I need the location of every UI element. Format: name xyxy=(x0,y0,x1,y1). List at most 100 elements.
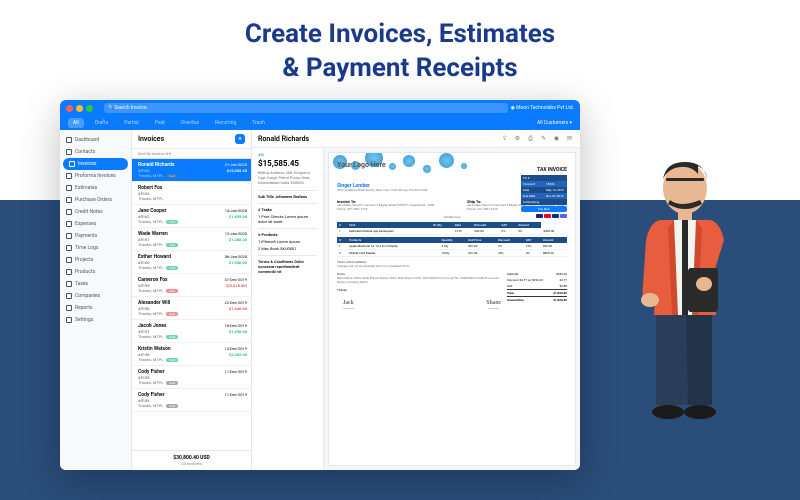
invoice-list-item[interactable]: Alexander Will#5158Thanks, MTPL Due22-De… xyxy=(132,297,251,320)
nav-projects[interactable]: Projects xyxy=(60,254,131,266)
dashboard-icon xyxy=(66,137,72,143)
tab-drafts[interactable]: Drafts xyxy=(90,118,114,128)
edit-icon[interactable]: ✎ xyxy=(539,134,548,143)
nav-companies[interactable]: Companies xyxy=(60,290,131,302)
contacts-icon xyxy=(66,149,72,155)
tab-partial[interactable]: Partial xyxy=(119,118,143,128)
sort-dropdown[interactable]: Sort By Invoice # ▾ xyxy=(132,149,251,159)
nav-dashboard[interactable]: Dashboard xyxy=(60,134,131,146)
detail-terms: Terms & Conditions Dolor occaecat repreh… xyxy=(258,255,317,274)
detail-id: #ID xyxy=(258,152,317,157)
tab-all[interactable]: All xyxy=(68,118,84,128)
credit-icon xyxy=(66,209,72,215)
estimates-icon xyxy=(66,185,72,191)
tab-paid[interactable]: Paid xyxy=(150,118,170,128)
nav-po[interactable]: Purchase Orders xyxy=(60,194,131,206)
invoices-icon xyxy=(69,161,75,167)
stripe-icon xyxy=(560,214,567,218)
sidebar: Dashboard Contacts Invoices Proforma Inv… xyxy=(60,130,132,470)
detail-products-header: # Products xyxy=(258,228,317,237)
billto-address: Jack Mark Harold IT services 3 Bagley St… xyxy=(337,204,437,212)
search-input[interactable]: 🔍 Search Invoice xyxy=(104,103,508,113)
proforma-icon xyxy=(66,173,72,179)
app-window: 🔍 Search Invoice ◉ Moon Technolabs Pvt L… xyxy=(60,100,580,470)
gear-icon[interactable]: ⚙ xyxy=(513,134,522,143)
minimize-icon[interactable] xyxy=(76,105,83,112)
company-label[interactable]: ◉ Moon Technolabs Pvt Ltd. xyxy=(511,105,574,111)
tab-recurring[interactable]: Recurring xyxy=(210,118,241,128)
invoice-list-item[interactable]: Ronald Richards#5164Thanks, MTPL Sent21-… xyxy=(132,159,251,182)
task-table: #TaskHr-QtyRateDiscountGSTAmount1Dedicat… xyxy=(337,222,567,235)
invoice-meta: PO # Invoice #18436 DateMay 10, 2019 Due… xyxy=(521,175,567,218)
maximize-icon[interactable] xyxy=(86,105,93,112)
add-invoice-button[interactable]: + xyxy=(235,134,245,144)
invoice-list-item[interactable]: Esther Howard#5160Thanks, MTPL Paid06-Ja… xyxy=(132,251,251,274)
print-icon[interactable]: ⎙ xyxy=(526,134,535,143)
nav-payments[interactable]: Payments xyxy=(60,230,131,242)
nav-taxes[interactable]: Taxes xyxy=(60,278,131,290)
nav-products[interactable]: Products xyxy=(60,266,131,278)
nav-estimates[interactable]: Estimates xyxy=(60,182,131,194)
payments-icon xyxy=(66,233,72,239)
list-title: Invoices xyxy=(138,135,164,143)
signature-1: Jack xyxy=(343,300,354,306)
settings-icon xyxy=(66,317,72,323)
tab-trash[interactable]: Trash xyxy=(247,118,269,128)
products-icon xyxy=(66,269,72,275)
nav-contacts[interactable]: Contacts xyxy=(60,146,131,158)
mastercard-icon xyxy=(544,214,551,218)
invoice-list-pane: Invoices + Sort By Invoice # ▾ Ronald Ri… xyxy=(132,130,252,470)
nav-expenses[interactable]: Expenses xyxy=(60,218,131,230)
projects-icon xyxy=(66,257,72,263)
totals-block: Subtotal$954.20 Discount $4.77 on $954.2… xyxy=(507,271,567,303)
logo-placeholder: Your Logo Here xyxy=(337,161,567,169)
titlebar: 🔍 Search Invoice ◉ Moon Technolabs Pvt L… xyxy=(60,100,580,116)
share-icon[interactable]: ⇪ xyxy=(500,134,509,143)
nav-credit[interactable]: Credit Notes xyxy=(60,206,131,218)
detail-amount: $15,585.45 xyxy=(258,159,317,168)
invoice-type: TAX INVOICE xyxy=(537,167,567,173)
mail-icon[interactable]: ✉ xyxy=(565,134,574,143)
detail-pane: Ronald Richards ⇪ ⚙ ⎙ ✎ ◉ ✉ #ID $15,585.… xyxy=(252,130,580,470)
invoice-list-item[interactable]: Jacob Jones#5157Thanks, MTPL Paid18-Dec-… xyxy=(132,320,251,343)
invoice-list-item[interactable]: Cody Fisher#5154Thanks, MTPL Sent11-Dec-… xyxy=(132,389,251,412)
detail-billing-addr: Billing Address 406, Kingston Opp. Kargi… xyxy=(258,170,317,186)
list-count: 23 Invoices xyxy=(138,461,245,466)
nav-timelogs[interactable]: Time Logs xyxy=(60,242,131,254)
nav-reports[interactable]: Reports xyxy=(60,302,131,314)
notes-text: Bank Name: HDFC Bank Branch Name: HDFC M… xyxy=(337,276,499,284)
invoice-list-item[interactable]: Kristin Watson#5156Thanks, MTPL Paid13-D… xyxy=(132,343,251,366)
reports-icon xyxy=(66,305,72,311)
view-icon[interactable]: ◉ xyxy=(552,134,561,143)
customer-filter[interactable]: All Customers ▾ xyxy=(537,120,572,126)
terms-text: Charges will not be refunded and not con… xyxy=(337,264,409,268)
detail-product: 1 iPhone8 Lorem ipsum xyxy=(258,239,317,244)
taxes-icon xyxy=(66,281,72,287)
po-icon xyxy=(66,197,72,203)
paypal-icon xyxy=(552,214,559,218)
detail-task: 1 Print Checks Lorem ipsum dolor sit ame… xyxy=(258,214,317,224)
expenses-icon xyxy=(66,221,72,227)
filter-tabs: All Drafts Partial Paid Overdue Recurrin… xyxy=(60,116,580,130)
invoice-list-item[interactable]: Cameron Fox#5159Thanks, MTPL Due31-Dec-2… xyxy=(132,274,251,297)
nav-proforma[interactable]: Proforma Invoices xyxy=(60,170,131,182)
invoice-list-item[interactable]: Wade Warren#5161Thanks, MTPL Paid12-Jan-… xyxy=(132,228,251,251)
detail-subtitle: Sub Title Johannes Brahms xyxy=(258,190,317,199)
invoice-list-item[interactable]: Jane Cooper#5162Thanks, MTPL Paid14-Jan-… xyxy=(132,205,251,228)
nav-invoices[interactable]: Invoices xyxy=(63,158,128,170)
timelogs-icon xyxy=(66,245,72,251)
nav-settings[interactable]: Settings xyxy=(60,314,131,326)
signature-2: Shane xyxy=(486,300,501,306)
invoice-list-item[interactable]: Cody Fisher#5155Thanks, MTPL Sent11-Dec-… xyxy=(132,366,251,389)
tab-overdue[interactable]: Overdue xyxy=(176,118,204,128)
detail-product: 2 Mac Book SKU0001 xyxy=(258,246,317,251)
close-icon[interactable] xyxy=(66,105,73,112)
companies-icon xyxy=(66,293,72,299)
visa-icon xyxy=(536,214,543,218)
pay-now-button[interactable]: Pay Now xyxy=(521,206,567,212)
detail-customer-name: Ronald Richards xyxy=(258,135,496,143)
person-illustration xyxy=(610,150,760,450)
invoice-list-item[interactable]: Robert Fox#5163Thanks, MTPL xyxy=(132,182,251,205)
detail-tasks-header: # Tasks xyxy=(258,203,317,212)
invoice-preview: Your Logo Here TAX INVOICE PO # Invoice … xyxy=(328,152,576,466)
